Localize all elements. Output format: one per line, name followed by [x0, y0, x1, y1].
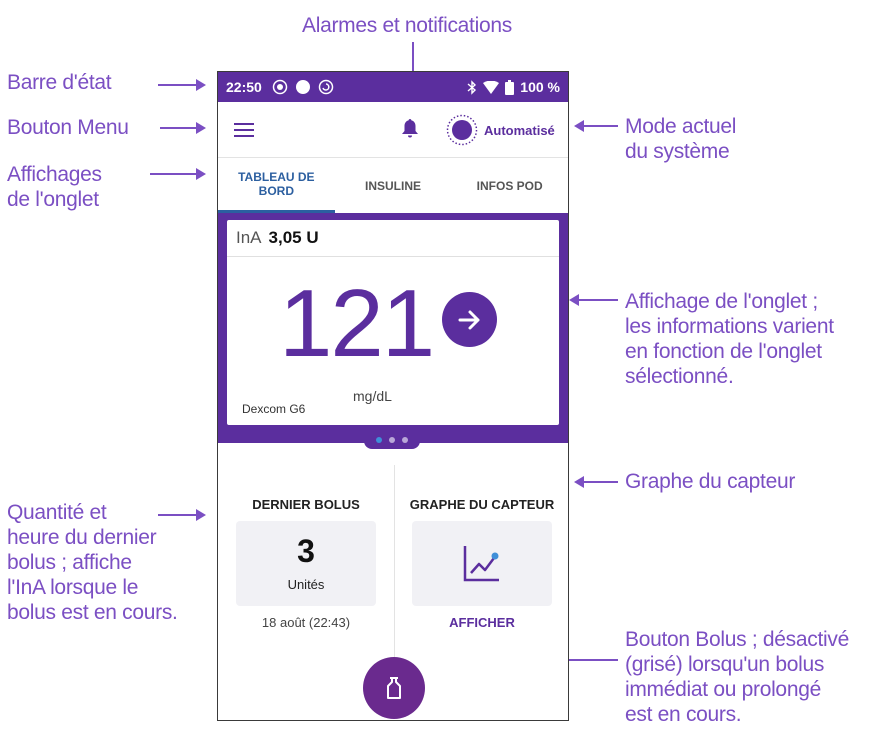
- callout-last-bolus-arrow: [158, 509, 206, 521]
- circle-icon: [295, 80, 310, 94]
- column-divider: [394, 465, 395, 660]
- callout-menu-button: Bouton Menu: [7, 116, 129, 139]
- automated-mode-icon: [446, 114, 478, 146]
- hamburger-icon[interactable]: [234, 122, 254, 137]
- iob-row: InA 3,05 U: [227, 220, 559, 257]
- tab-pod-info[interactable]: INFOS POD: [451, 158, 568, 213]
- callout-tab-content: Affichage de l'onglet ; les informations…: [625, 290, 834, 388]
- tab-insulin[interactable]: INSULINE: [335, 158, 452, 213]
- last-bolus-tile: 3 Unités: [236, 521, 376, 606]
- view-graph-link[interactable]: AFFICHER: [394, 615, 568, 630]
- glucose-card[interactable]: InA 3,05 U 121 mg/dL Dexcom G6: [227, 220, 559, 425]
- callout-status-bar: Barre d'état: [7, 71, 112, 94]
- iob-value: 3,05 U: [268, 228, 319, 247]
- mode-label: Automatisé: [484, 122, 555, 138]
- app-bar: Automatisé: [218, 102, 568, 157]
- callout-bolus-button: Bouton Bolus ; désactivé (grisé) lorsqu'…: [625, 628, 849, 726]
- tab-bar: TABLEAU DE BORD INSULINE INFOS POD: [218, 157, 568, 213]
- bell-icon[interactable]: [402, 119, 418, 138]
- lower-panel: DERNIER BOLUS 3 Unités 18 août (22:43) G…: [218, 443, 568, 720]
- bluetooth-icon: [467, 79, 477, 95]
- arrow-right-icon[interactable]: [442, 292, 497, 347]
- status-time: 22:50: [226, 79, 262, 95]
- callout-status-bar-arrow: [158, 79, 206, 91]
- glucose-value: 121: [279, 270, 435, 377]
- system-mode[interactable]: Automatisé: [446, 114, 555, 146]
- iob-label: InA: [236, 228, 262, 247]
- record-icon: [272, 79, 288, 95]
- callout-tab-display: Affichages de l'onglet: [7, 163, 102, 211]
- glucose-unit: mg/dL: [353, 388, 392, 404]
- chart-icon: [463, 546, 499, 582]
- callout-alarms: Alarmes et notifications: [302, 14, 512, 37]
- sync-icon: [318, 79, 334, 95]
- callout-sensor-graph: Graphe du capteur: [625, 470, 796, 493]
- cgm-name: Dexcom G6: [242, 402, 306, 416]
- callout-last-bolus: Quantité et heure du dernier bolus ; aff…: [7, 501, 178, 624]
- bolus-vial-icon: [387, 677, 401, 699]
- last-bolus-amount: 3: [297, 533, 315, 569]
- callout-tab-content-arrow: [569, 294, 618, 306]
- battery-level: 100 %: [520, 79, 560, 95]
- battery-icon: [505, 79, 515, 95]
- callout-mode-arrow: [574, 120, 618, 132]
- status-bar: 22:50 100 %: [218, 72, 568, 102]
- tab-dashboard[interactable]: TABLEAU DE BORD: [218, 158, 335, 213]
- last-bolus-time: 18 août (22:43): [261, 615, 351, 630]
- bolus-button[interactable]: [363, 657, 425, 719]
- callout-sensor-graph-arrow: [574, 476, 618, 488]
- callout-tab-display-arrow: [150, 168, 206, 180]
- dashboard-panel: InA 3,05 U 121 mg/dL Dexcom G6: [218, 213, 568, 449]
- last-bolus-unit: Unités: [287, 577, 325, 592]
- sensor-graph-header: GRAPHE DU CAPTEUR: [409, 497, 555, 512]
- callout-mode: Mode actuel du système: [625, 115, 737, 163]
- sensor-graph-tile[interactable]: [412, 521, 552, 606]
- phone-screen: 22:50 100 % Automatisé TABLEAU DE BORD I…: [217, 71, 569, 721]
- wifi-icon: [483, 80, 500, 94]
- last-bolus-header: DERNIER BOLUS: [252, 497, 360, 512]
- callout-menu-button-arrow: [160, 122, 206, 134]
